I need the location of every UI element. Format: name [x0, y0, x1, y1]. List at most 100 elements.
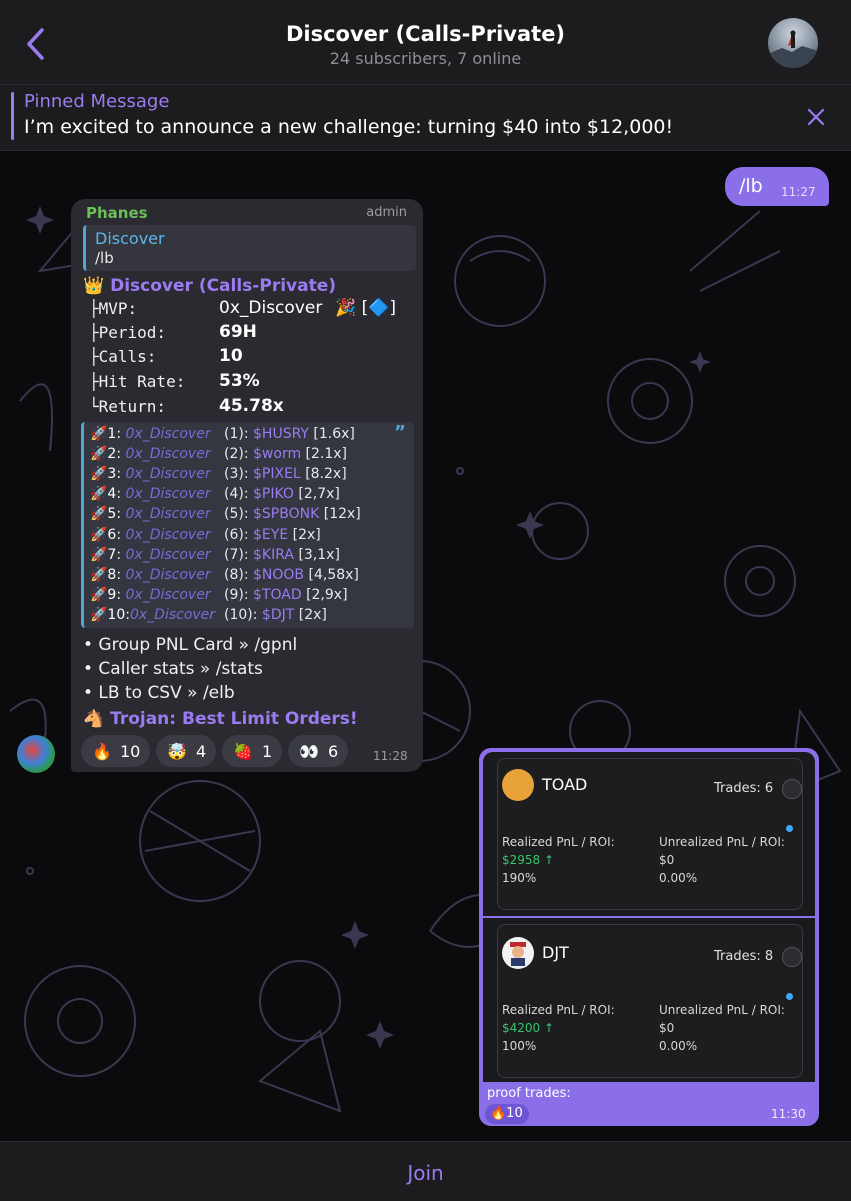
leaderboard-row: 🚀10:0x_Discover [90, 607, 216, 623]
pnl-image-message[interactable]: TOAD Trades: 6 Realized PnL / ROI: $2958… [479, 748, 819, 1126]
bottom-bar: Join [0, 1141, 851, 1201]
reaction-label: 🔥10 [490, 1106, 523, 1121]
realized-label: Realized PnL / ROI: [502, 835, 615, 849]
solana-icon [782, 947, 802, 967]
reply-quote[interactable]: Discover /lb [83, 225, 416, 271]
pnl-card-inner: DJT Trades: 8 Realized PnL / ROI: $4200 … [497, 924, 803, 1078]
admin-badge: admin [366, 205, 407, 220]
message-time: 11:27 [781, 185, 816, 199]
unrealized-value: $0 [659, 1021, 675, 1035]
sender-avatar[interactable] [17, 735, 55, 773]
trades-count: Trades: 6 [714, 781, 774, 796]
stat-value: 10 [219, 346, 243, 366]
reaction-count: 1 [262, 742, 273, 761]
command-link[interactable]: • Caller stats » /stats [83, 659, 263, 679]
join-button[interactable]: Join [0, 1161, 851, 1185]
unrealized-label: Unrealized PnL / ROI: [659, 1003, 785, 1017]
leaderboard-row: 🚀1: 0x_Discover [90, 426, 211, 442]
leaderboard-pick: (1): $HUSRY [1.6x] [224, 426, 355, 442]
leaderboard-row: 🚀3: 0x_Discover [90, 466, 211, 482]
channel-avatar[interactable] [768, 18, 818, 68]
pinned-label: Pinned Message [24, 91, 170, 112]
reaction-count: 4 [196, 742, 207, 761]
reaction-eyes[interactable]: 👀 6 [288, 735, 348, 767]
pinned-indicator [11, 92, 14, 140]
chat-header: Discover (Calls-Private) 24 subscribers,… [0, 0, 851, 85]
stat-label: ├Hit Rate: [89, 372, 186, 391]
pinned-message-bar[interactable]: Pinned Message I’m excited to announce a… [0, 85, 851, 151]
promo-link[interactable]: 🐴 Trojan: Best Limit Orders! [83, 709, 358, 729]
stat-label: └Return: [89, 397, 167, 416]
message-time: 11:28 [373, 749, 408, 763]
realized-label: Realized PnL / ROI: [502, 1003, 615, 1017]
unrealized-label: Unrealized PnL / ROI: [659, 835, 785, 849]
reply-text: /lb [95, 249, 114, 267]
leaderboard-row: 🚀4: 0x_Discover [90, 486, 211, 502]
reaction-count: 10 [120, 742, 141, 761]
outgoing-message[interactable]: /lb 11:27 [725, 167, 829, 206]
leaderboard-pick: (9): $TOAD [2,9x] [224, 587, 348, 603]
stat-label: ├Calls: [89, 347, 157, 366]
leaderboard-row: 🚀5: 0x_Discover [90, 506, 211, 522]
leaderboard-pick: (4): $PIKO [2,7x] [224, 486, 340, 502]
stat-value: 45.78x [219, 396, 284, 416]
unrealized-value: $0 [659, 853, 675, 867]
unrealized-roi: 0.00% [659, 1039, 698, 1053]
djt-avatar [502, 937, 534, 969]
toad-avatar [502, 769, 534, 801]
leaderboard-row: 🚀2: 0x_Discover [90, 446, 211, 462]
fire-icon: 🔥 [92, 742, 112, 761]
leaderboard-row: 🚀6: 0x_Discover [90, 527, 211, 543]
leaderboard-pick: (5): $SPBONK [12x] [224, 506, 361, 522]
leaderboard-pick: (3): $PIXEL [8.2x] [224, 466, 347, 482]
incoming-message[interactable]: Phanes admin Discover /lb 👑 Discover (Ca… [71, 199, 423, 772]
stat-label: ├Period: [89, 323, 167, 342]
message-text: /lb [739, 175, 763, 197]
status-dot [786, 825, 793, 832]
leaderboard-title: 👑 Discover (Calls-Private) [83, 276, 337, 296]
realized-roi: 190% [502, 871, 537, 885]
unrealized-roi: 0.00% [659, 871, 698, 885]
token-name: TOAD [542, 775, 588, 794]
chat-subtitle: 24 subscribers, 7 online [329, 49, 522, 68]
stat-label: ├MVP: [89, 299, 138, 318]
leaderboard-row: 🚀8: 0x_Discover [90, 567, 211, 583]
strawberry-icon: 🍓 [233, 742, 253, 761]
reply-author: Discover [95, 229, 165, 248]
leaderboard-pick: (6): $EYE [2x] [224, 527, 321, 543]
chat-title[interactable]: Discover (Calls-Private) [0, 22, 851, 46]
reaction-mind-blown[interactable]: 🤯 4 [156, 735, 216, 767]
mind-blown-icon: 🤯 [167, 742, 187, 761]
reaction-fire[interactable]: 🔥10 [485, 1104, 529, 1124]
leaderboard-pick: (8): $NOOB [4,58x] [224, 567, 359, 583]
realized-value: $4200 ↑ [502, 1021, 555, 1035]
reaction-strawberry[interactable]: 🍓 1 [222, 735, 282, 767]
leaderboard-quote: ” 🚀1: 0x_Discover (1): $HUSRY [1.6x] 🚀2:… [81, 422, 414, 628]
close-icon[interactable] [806, 107, 826, 127]
leaderboard-pick: (2): $worm [2.1x] [224, 446, 348, 462]
pnl-card: TOAD Trades: 6 Realized PnL / ROI: $2958… [483, 752, 815, 916]
token-name: DJT [542, 943, 569, 962]
reaction-count: 6 [328, 742, 339, 761]
pnl-card: DJT Trades: 8 Realized PnL / ROI: $4200 … [483, 918, 815, 1082]
leaderboard-pick: (7): $KIRA [3,1x] [224, 547, 340, 563]
reaction-fire[interactable]: 🔥 10 [81, 735, 150, 767]
realized-roi: 100% [502, 1039, 537, 1053]
solana-icon [782, 779, 802, 799]
pinned-text: I’m excited to announce a new challenge:… [24, 116, 674, 138]
eyes-icon: 👀 [299, 742, 319, 761]
image-caption: proof trades: [487, 1086, 571, 1101]
leaderboard-row: 🚀7: 0x_Discover [90, 547, 211, 563]
leaderboard-row: 🚀9: 0x_Discover [90, 587, 211, 603]
stat-value: 53% [219, 371, 260, 391]
stat-value: 0x_Discover [219, 298, 323, 318]
quote-icon: ” [394, 422, 406, 443]
realized-value: $2958 ↑ [502, 853, 555, 867]
pnl-card-inner: TOAD Trades: 6 Realized PnL / ROI: $2958… [497, 758, 803, 910]
sender-name[interactable]: Phanes [86, 204, 148, 222]
trades-count: Trades: 8 [714, 949, 774, 964]
leaderboard-pick: (10): $DJT [2x] [224, 607, 327, 623]
command-link[interactable]: • LB to CSV » /elb [83, 683, 235, 703]
command-link[interactable]: • Group PNL Card » /gpnl [83, 635, 297, 655]
message-time: 11:30 [771, 1107, 806, 1121]
